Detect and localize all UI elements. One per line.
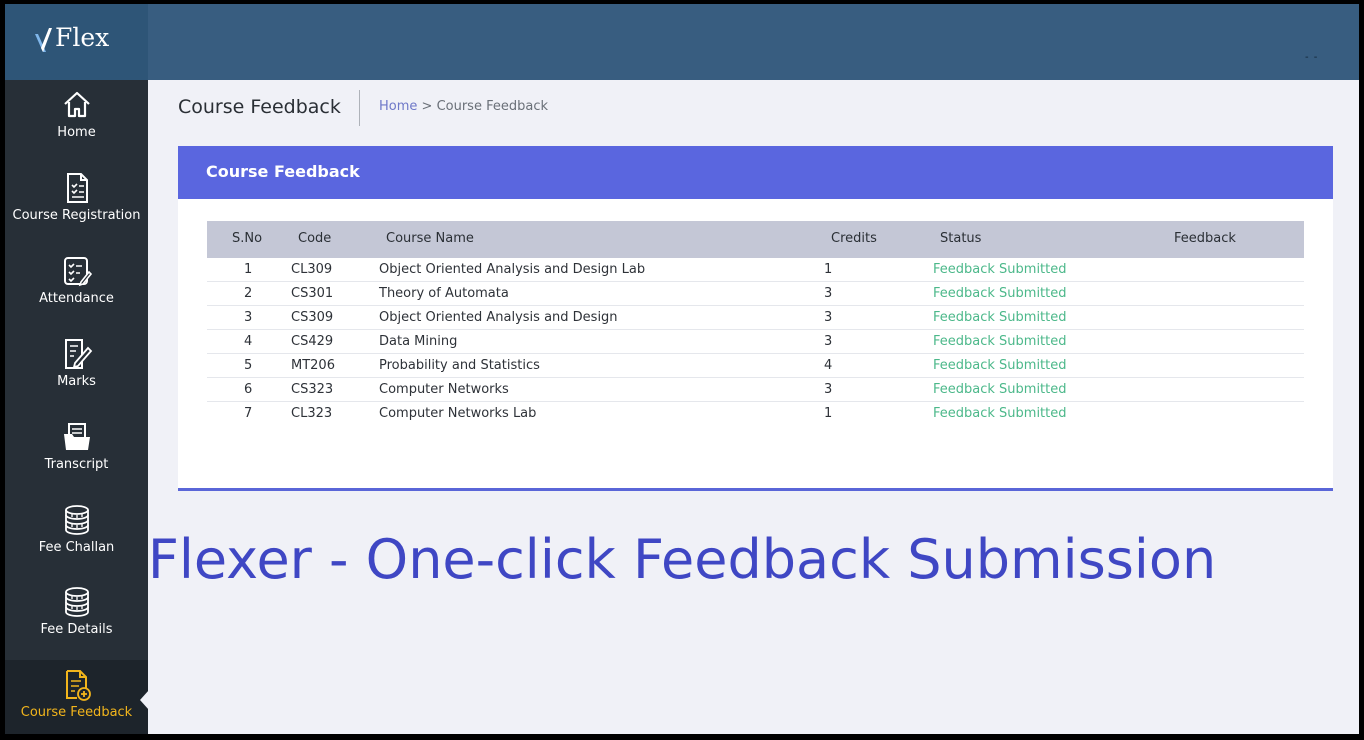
sidebar-item-label: Home — [57, 125, 96, 140]
page-title: Course Feedback — [178, 96, 341, 118]
cell-course-name: Computer Networks — [379, 382, 509, 397]
sidebar-item-label: Course Feedback — [20, 705, 133, 720]
breadcrumb-separator: > — [417, 99, 437, 114]
logo-check-icon — [35, 28, 52, 52]
sidebar-item-label: Attendance — [39, 291, 114, 306]
table-row: 4 CS429 Data Mining 3 Feedback Submitted — [207, 330, 1304, 354]
sidebar-item-course-feedback[interactable]: Course Feedback — [5, 660, 149, 734]
home-icon — [63, 91, 90, 118]
sidebar-item-home[interactable]: Home — [5, 80, 148, 163]
column-header-feedback: Feedback — [1174, 231, 1236, 246]
cell-status: Feedback Submitted — [933, 286, 1067, 301]
promo-banner: Flexer - One-click Feedback Submission — [147, 528, 1217, 591]
app-window: Flex - - Home Course Registration Attend… — [5, 4, 1359, 734]
column-header-sno: S.No — [232, 231, 263, 246]
column-header-status: Status — [940, 231, 982, 246]
cell-credits: 1 — [824, 262, 833, 277]
table-row: 1 CL309 Object Oriented Analysis and Des… — [207, 258, 1304, 282]
cell-course-name: Data Mining — [379, 334, 458, 349]
clipboard-list-icon — [66, 173, 88, 203]
breadcrumb-home-link[interactable]: Home — [379, 99, 417, 114]
sidebar-item-label: Course Registration — [12, 208, 141, 223]
cell-code: CS309 — [291, 310, 334, 325]
cell-code: CL323 — [291, 406, 333, 421]
cell-credits: 3 — [824, 334, 833, 349]
sidebar-item-attendance[interactable]: Attendance — [5, 246, 148, 329]
sidebar-item-transcript[interactable]: Transcript — [5, 412, 148, 495]
table-row: 6 CS323 Computer Networks 3 Feedback Sub… — [207, 378, 1304, 402]
cell-status: Feedback Submitted — [933, 358, 1067, 373]
top-bar: Flex - - — [5, 4, 1359, 80]
sidebar-item-marks[interactable]: Marks — [5, 329, 148, 412]
cell-code: CS323 — [291, 382, 334, 397]
logo-text: Flex — [55, 23, 110, 52]
column-header-code: Code — [298, 231, 332, 246]
sidebar: Home Course Registration Attendance Mark… — [5, 80, 149, 734]
cell-sno: 6 — [244, 382, 253, 397]
table-row: 3 CS309 Object Oriented Analysis and Des… — [207, 306, 1304, 330]
cell-status: Feedback Submitted — [933, 262, 1067, 277]
course-feedback-card: Course Feedback S.No Code Course Name Cr… — [178, 146, 1333, 491]
sidebar-item-label: Marks — [57, 374, 96, 389]
logo[interactable]: Flex — [5, 4, 148, 80]
cell-sno: 5 — [244, 358, 253, 373]
breadcrumb-current: Course Feedback — [436, 99, 548, 114]
cell-course-name: Probability and Statistics — [379, 358, 540, 373]
cell-status: Feedback Submitted — [933, 334, 1067, 349]
table-row: 5 MT206 Probability and Statistics 4 Fee… — [207, 354, 1304, 378]
sidebar-item-label: Transcript — [44, 457, 109, 472]
cell-course-name: Object Oriented Analysis and Design Lab — [379, 262, 646, 277]
cell-code: CS429 — [291, 334, 334, 349]
cell-code: MT206 — [291, 358, 335, 373]
cell-course-name: Computer Networks Lab — [379, 406, 537, 421]
column-header-credits: Credits — [831, 231, 877, 246]
cell-status: Feedback Submitted — [933, 382, 1067, 397]
card-title: Course Feedback — [206, 162, 360, 181]
sidebar-item-label: Fee Details — [40, 622, 113, 637]
table-row: 2 CS301 Theory of Automata 3 Feedback Su… — [207, 282, 1304, 306]
breadcrumb: Home > Course Feedback — [379, 99, 548, 114]
cell-credits: 1 — [824, 406, 833, 421]
user-menu-indicator[interactable]: - - — [1305, 52, 1318, 63]
cell-credits: 4 — [824, 358, 833, 373]
cell-status: Feedback Submitted — [933, 310, 1067, 325]
edit-document-icon — [64, 339, 92, 369]
course-feedback-table: S.No Code Course Name Credits Status Fee… — [207, 221, 1304, 426]
cell-sno: 7 — [244, 406, 253, 421]
cell-code: CL309 — [291, 262, 333, 277]
table-header: S.No Code Course Name Credits Status Fee… — [207, 221, 1304, 258]
cell-credits: 3 — [824, 382, 833, 397]
cell-sno: 3 — [244, 310, 253, 325]
cell-code: CS301 — [291, 286, 334, 301]
cell-course-name: Object Oriented Analysis and Design — [379, 310, 618, 325]
column-header-course-name: Course Name — [386, 231, 474, 246]
folder-document-icon — [63, 423, 90, 450]
title-divider — [359, 90, 360, 126]
cell-sno: 1 — [244, 262, 253, 277]
feedback-document-icon — [65, 670, 91, 701]
cell-credits: 3 — [824, 286, 833, 301]
cell-sno: 4 — [244, 334, 253, 349]
sidebar-item-course-registration[interactable]: Course Registration — [5, 163, 148, 246]
cell-sno: 2 — [244, 286, 253, 301]
cell-status: Feedback Submitted — [933, 406, 1067, 421]
cell-course-name: Theory of Automata — [379, 286, 509, 301]
card-header: Course Feedback — [178, 146, 1333, 199]
cell-credits: 3 — [824, 310, 833, 325]
table-row: 7 CL323 Computer Networks Lab 1 Feedback… — [207, 402, 1304, 426]
checklist-icon — [63, 257, 92, 287]
